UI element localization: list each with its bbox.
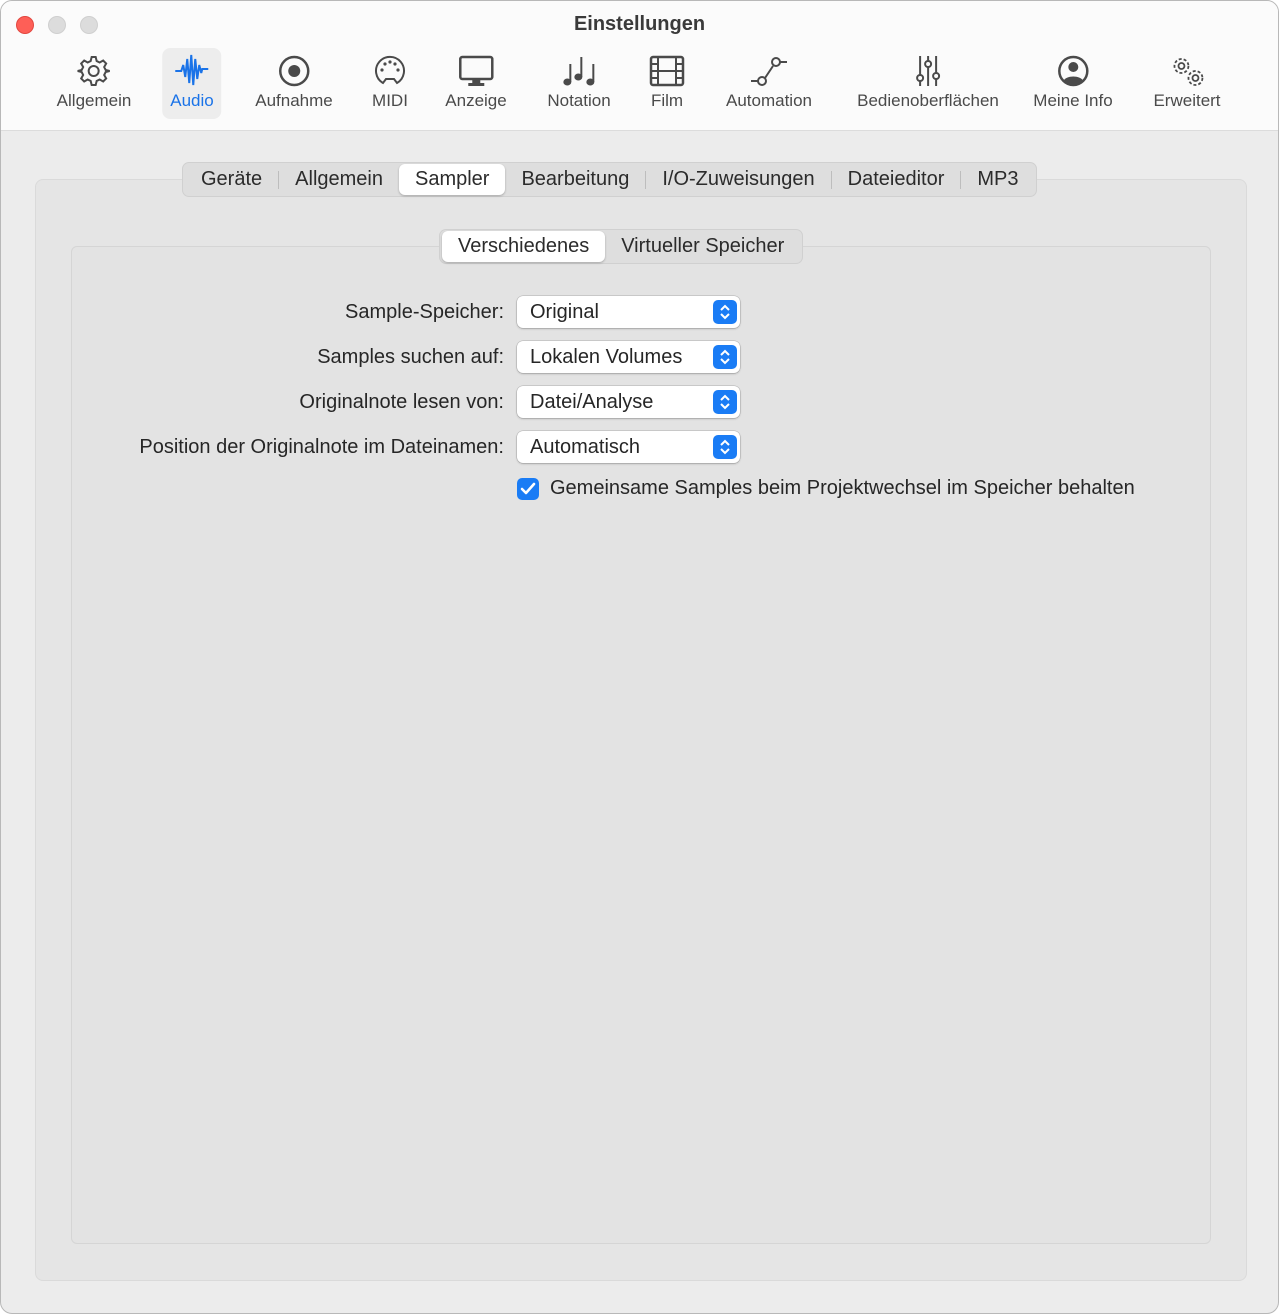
- sample-speicher-label: Sample-Speicher:: [345, 301, 504, 323]
- samples-suchen-label: Samples suchen auf:: [317, 346, 504, 368]
- checkmark-icon: [520, 482, 536, 495]
- tab-sampler[interactable]: Sampler: [398, 164, 506, 195]
- chevron-up-down-icon: [713, 435, 737, 459]
- tab-mp3[interactable]: MP3: [961, 164, 1034, 195]
- window-title: Einstellungen: [573, 13, 706, 35]
- sub-tabs: Verschiedenes Virtueller Speicher: [439, 229, 804, 264]
- chevron-up-down-icon: [713, 300, 737, 324]
- display-icon: [458, 55, 494, 86]
- toolbar-notation[interactable]: Notation: [539, 48, 618, 119]
- midi-port-icon: [375, 55, 405, 85]
- samples-suchen-popup[interactable]: Lokalen Volumes: [517, 341, 740, 373]
- waveform-icon: [174, 54, 208, 86]
- toolbar-erweitert[interactable]: Erweitert: [1145, 48, 1228, 119]
- toolbar-meine-info[interactable]: Meine Info: [1025, 48, 1120, 119]
- gemeinsame-samples-label[interactable]: Gemeinsame Samples beim Projektwechsel i…: [550, 477, 1135, 500]
- chevron-up-down-icon: [713, 390, 737, 414]
- gear-icon: [77, 56, 111, 86]
- originalnote-lesen-popup[interactable]: Datei/Analyse: [517, 386, 740, 418]
- position-originalnote-popup[interactable]: Automatisch: [517, 431, 740, 463]
- toolbar-midi[interactable]: MIDI: [364, 48, 416, 119]
- toolbar-aufnahme[interactable]: Aufnahme: [247, 48, 341, 119]
- tab-bearbeitung[interactable]: Bearbeitung: [505, 164, 645, 195]
- automation-curve-icon: [751, 57, 787, 86]
- tab-geraete[interactable]: Geräte: [185, 164, 278, 195]
- position-originalnote-label: Position der Originalnote im Dateinamen:: [139, 436, 504, 458]
- toolbar-audio[interactable]: Audio: [162, 48, 222, 119]
- person-circle-icon: [1057, 55, 1089, 87]
- toolbar-film[interactable]: Film: [641, 48, 693, 119]
- tab-io-zuweisungen[interactable]: I/O-Zuweisungen: [646, 164, 830, 195]
- chevron-up-down-icon: [713, 345, 737, 369]
- sliders-icon: [916, 56, 940, 86]
- film-icon: [649, 55, 685, 87]
- sample-speicher-popup[interactable]: Original: [517, 296, 740, 328]
- toolbar: Einstellungen Allgemein Audio Aufnahme M…: [1, 1, 1278, 131]
- tab-dateieditor[interactable]: Dateieditor: [832, 164, 961, 195]
- tab-allgemein[interactable]: Allgemein: [279, 164, 399, 195]
- main-tabs: Geräte Allgemein Sampler Bearbeitung I/O…: [182, 162, 1038, 197]
- toolbar-anzeige[interactable]: Anzeige: [437, 48, 514, 119]
- toolbar-automation[interactable]: Automation: [718, 48, 820, 119]
- tab-virtueller-speicher[interactable]: Virtueller Speicher: [605, 231, 800, 262]
- music-notes-icon: [562, 57, 594, 86]
- toolbar-bedienoberflaechen[interactable]: Bedienoberflächen: [849, 48, 1007, 119]
- gears-icon: [1173, 58, 1203, 86]
- settings-window: Einstellungen Allgemein Audio Aufnahme M…: [0, 0, 1279, 1314]
- tab-verschiedenes[interactable]: Verschiedenes: [442, 231, 606, 262]
- gemeinsame-samples-checkbox[interactable]: [517, 478, 539, 500]
- toolbar-allgemein[interactable]: Allgemein: [49, 48, 140, 119]
- record-icon: [278, 55, 310, 87]
- originalnote-lesen-label: Originalnote lesen von:: [299, 391, 504, 413]
